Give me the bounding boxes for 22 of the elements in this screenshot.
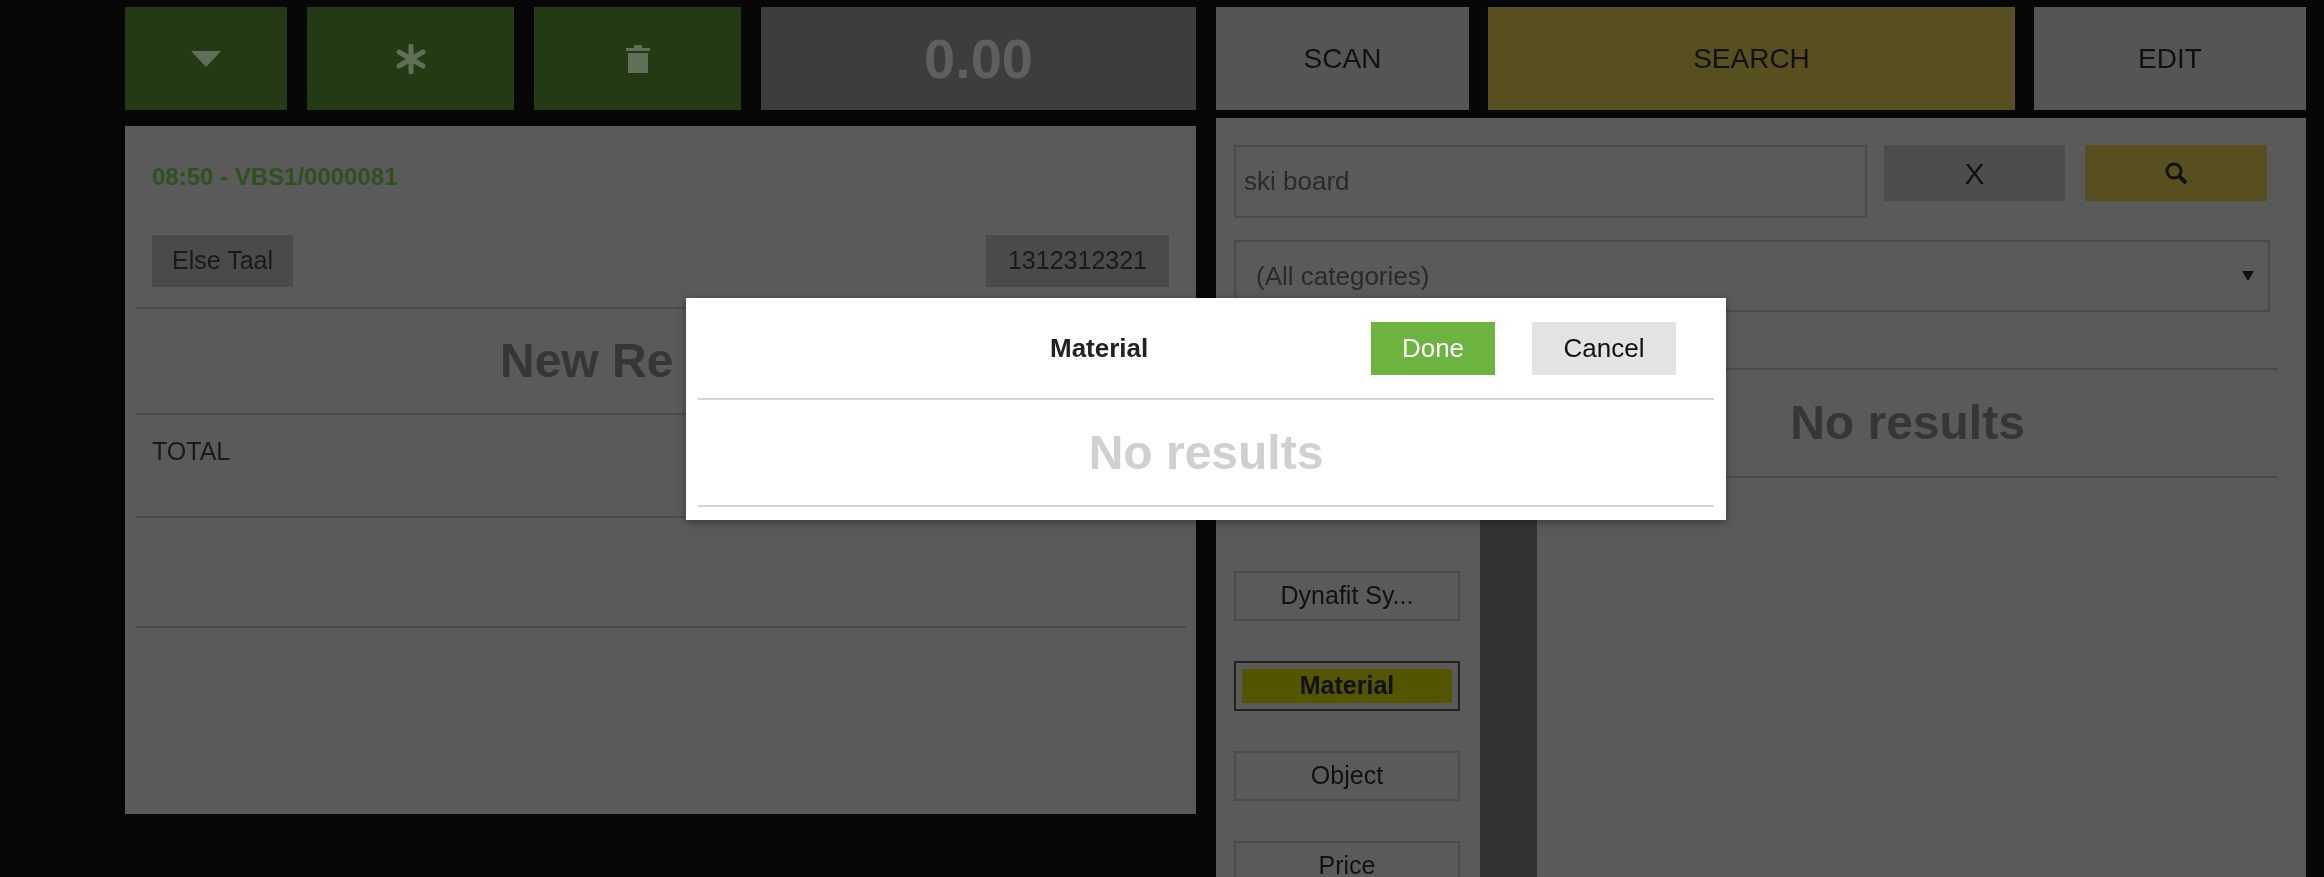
search-icon: [2164, 161, 2188, 185]
trash-button[interactable]: [534, 7, 741, 110]
clear-button[interactable]: X: [1884, 145, 2065, 201]
tab[interactable]: SEARCH: [1488, 7, 2015, 110]
dropdown-button[interactable]: [125, 7, 287, 110]
tab[interactable]: SCAN: [1216, 7, 1469, 110]
asterisk-icon: [395, 43, 426, 74]
tab[interactable]: EDIT: [2034, 7, 2306, 110]
dialog-title: Material: [1050, 331, 1149, 365]
trash-icon: [625, 44, 650, 73]
asterisk-button[interactable]: [307, 7, 514, 110]
category-button[interactable]: Object: [1234, 751, 1460, 801]
done-button[interactable]: Done: [1371, 321, 1495, 375]
total-label: TOTAL: [152, 437, 231, 465]
search-button[interactable]: [2085, 145, 2267, 201]
receipt-title: 08:50 - VBS1/0000081: [152, 162, 399, 192]
category-button[interactable]: Dynafit Sy...: [1234, 571, 1460, 621]
caret-icon: [2242, 271, 2254, 281]
caret-icon: [191, 50, 221, 67]
cancel-button[interactable]: Cancel: [1532, 321, 1676, 375]
category-button[interactable]: Price: [1234, 841, 1460, 877]
category-button[interactable]: Material: [1234, 661, 1460, 711]
